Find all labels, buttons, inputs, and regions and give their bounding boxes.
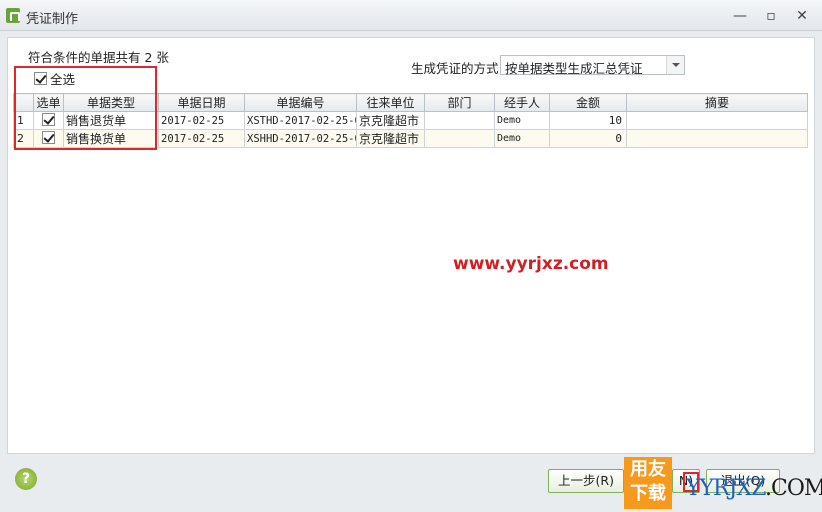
close-icon[interactable]: ✕ [793, 7, 811, 25]
prev-step-button[interactable]: 上一步(R) [548, 469, 624, 493]
table-row[interactable]: 2 销售换货单 2017-02-25 XSHHD-2017-02-25-0 京克… [13, 129, 808, 148]
select-all-label: 全选 [50, 72, 76, 87]
col-header-number[interactable]: 单据编号 [244, 93, 357, 112]
cell-partner[interactable]: 京克隆超市 [356, 129, 425, 148]
cell-type[interactable]: 销售换货单 [63, 129, 159, 148]
brand-logo-line1: 用友 [630, 459, 666, 480]
row-index: 2 [13, 129, 34, 148]
title-bar: 凭证制作 — ▫ ✕ [0, 0, 822, 31]
brand-watermark: YYRJXZ.COM [686, 476, 822, 501]
maximize-icon[interactable]: ▫ [762, 7, 780, 25]
bill-table: 选单 单据类型 单据日期 单据编号 往来单位 部门 经手人 金额 摘要 1 销售… [13, 93, 808, 148]
cell-type[interactable]: 销售退货单 [63, 111, 159, 130]
row-index: 1 [13, 111, 34, 130]
col-header-select[interactable]: 选单 [33, 93, 64, 112]
col-header-amount[interactable]: 金额 [549, 93, 627, 112]
table-header-row: 选单 单据类型 单据日期 单据编号 往来单位 部门 经手人 金额 摘要 [13, 93, 808, 112]
minimize-icon[interactable]: — [731, 7, 749, 25]
cell-dept[interactable] [424, 111, 495, 130]
voucher-method-label: 生成凭证的方式 [411, 61, 499, 76]
window-title: 凭证制作 [26, 12, 79, 27]
cell-number[interactable]: XSHHD-2017-02-25-0 [244, 129, 357, 148]
col-header-date[interactable]: 单据日期 [158, 93, 245, 112]
col-header-memo[interactable]: 摘要 [626, 93, 808, 112]
voucher-method-value: 按单据类型生成汇总凭证 [505, 61, 643, 76]
cell-date[interactable]: 2017-02-25 [158, 129, 245, 148]
chevron-down-icon[interactable] [666, 56, 684, 74]
brand-text-blue: YYRJXZ [686, 476, 766, 501]
cell-amount[interactable]: 10 [549, 111, 627, 130]
voucher-method-select[interactable]: 按单据类型生成汇总凭证 [500, 55, 685, 76]
brand-logo-line2: 下载 [630, 483, 666, 504]
bill-count-text: 符合条件的单据共有 2 张 [28, 50, 169, 65]
checkbox-checked-icon[interactable] [34, 72, 47, 85]
cell-number[interactable]: XSTHD-2017-02-25-0 [244, 111, 357, 130]
help-icon[interactable]: ? [15, 468, 37, 490]
brand-logo: 用友 下载 [624, 457, 672, 509]
col-header-handler[interactable]: 经手人 [494, 93, 550, 112]
row-select-cell[interactable] [33, 111, 64, 130]
cell-dept[interactable] [424, 129, 495, 148]
cell-memo[interactable] [626, 111, 808, 130]
table-row[interactable]: 1 销售退货单 2017-02-25 XSTHD-2017-02-25-0 京克… [13, 111, 808, 130]
col-header-partner[interactable]: 往来单位 [356, 93, 425, 112]
row-select-cell[interactable] [33, 129, 64, 148]
col-header-dept[interactable]: 部门 [424, 93, 495, 112]
col-header-index [13, 93, 34, 112]
cell-handler[interactable]: Demo [494, 111, 550, 130]
app-icon [6, 8, 20, 23]
checkbox-checked-icon[interactable] [42, 130, 55, 144]
cell-memo[interactable] [626, 129, 808, 148]
watermark-text: www.yyrjxz.com [453, 254, 609, 274]
col-header-type[interactable]: 单据类型 [63, 93, 159, 112]
cell-handler[interactable]: Demo [494, 129, 550, 148]
cell-amount[interactable]: 0 [549, 129, 627, 148]
brand-text-dark: .COM [765, 476, 822, 501]
select-all-checkbox[interactable]: 全选 [34, 69, 75, 88]
checkbox-checked-icon[interactable] [42, 112, 55, 126]
cell-partner[interactable]: 京克隆超市 [356, 111, 425, 130]
cell-date[interactable]: 2017-02-25 [158, 111, 245, 130]
